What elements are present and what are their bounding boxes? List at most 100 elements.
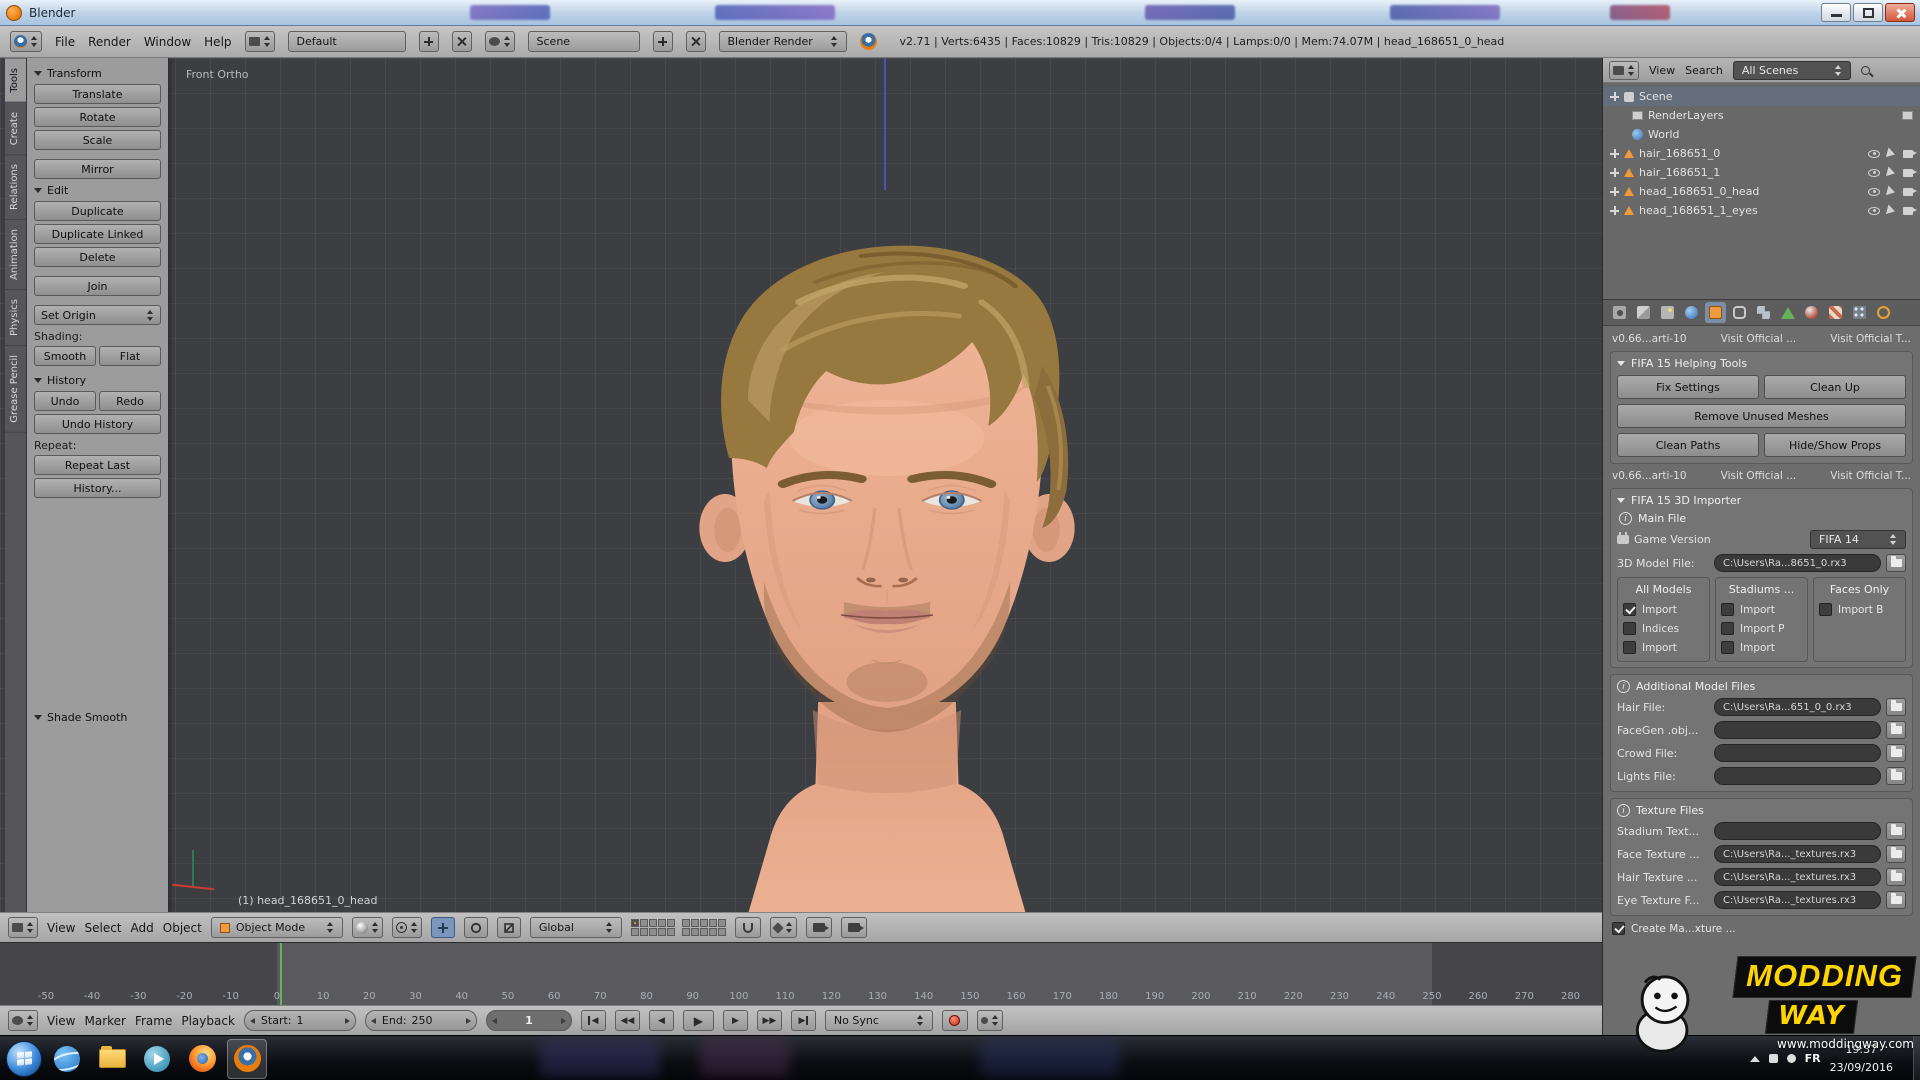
next-frame-button[interactable]: ▶ [723, 1010, 748, 1031]
facegen-browse-button[interactable] [1886, 721, 1906, 739]
layer-selector[interactable] [631, 919, 726, 936]
selectable-toggle-icon[interactable] [1886, 166, 1901, 179]
crowd-file-field[interactable] [1714, 744, 1881, 762]
render-toggle-icon[interactable] [1903, 169, 1913, 177]
outliner-menu-view[interactable]: View [1649, 64, 1675, 77]
start-frame-field[interactable]: Start:1 [244, 1010, 356, 1031]
end-frame-field[interactable]: End:250 [365, 1010, 477, 1031]
search-icon[interactable] [1861, 66, 1870, 75]
facegen-field[interactable] [1714, 721, 1881, 739]
face-texture-field[interactable]: C:\Users\Ra..._textures.rx3 [1714, 845, 1881, 863]
expand-icon[interactable] [1610, 187, 1619, 196]
checkbox[interactable] [1623, 622, 1636, 635]
tray-volume-icon[interactable] [1787, 1054, 1796, 1063]
window-titlebar[interactable]: Blender [0, 0, 1920, 26]
current-frame-field[interactable]: 1 [486, 1010, 572, 1031]
stadium-import-row[interactable]: Import [1721, 603, 1802, 616]
mirror-button[interactable]: Mirror [34, 159, 161, 179]
stadium-texture-field[interactable] [1714, 822, 1881, 840]
hair-texture-browse-button[interactable] [1886, 868, 1906, 886]
tab-tools[interactable]: Tools [5, 59, 26, 103]
hair-texture-field[interactable]: C:\Users\Ra..._textures.rx3 [1714, 868, 1881, 886]
visit-official-link[interactable]: Visit Official ... [1721, 333, 1797, 345]
import-b-row[interactable]: Import B [1819, 603, 1900, 616]
clean-paths-button[interactable]: Clean Paths [1617, 433, 1759, 457]
tab-animation[interactable]: Animation [5, 220, 26, 290]
properties-tab-physics[interactable] [1873, 302, 1894, 323]
outliner-row-world[interactable]: World [1603, 125, 1920, 144]
tab-grease-pencil[interactable]: Grease Pencil [5, 346, 26, 433]
timeline-editor-type-button[interactable] [8, 1010, 38, 1031]
import-checkbox-row[interactable]: Import [1623, 603, 1704, 616]
properties-tab-constraints[interactable] [1729, 302, 1750, 323]
current-frame-marker[interactable] [280, 943, 282, 1005]
viewport-menu-select[interactable]: Select [84, 921, 121, 935]
stadium-import-p-row[interactable]: Import P [1721, 622, 1802, 635]
viewport-menu-add[interactable]: Add [131, 921, 154, 935]
import-checkbox-row-2[interactable]: Import [1623, 641, 1704, 654]
menu-help[interactable]: Help [204, 35, 231, 49]
tray-expand-icon[interactable] [1750, 1056, 1760, 1062]
outliner-row-renderlayers[interactable]: RenderLayers [1603, 106, 1920, 125]
jump-to-start-button[interactable]: ◀ [581, 1010, 606, 1031]
expand-icon[interactable] [1610, 92, 1619, 101]
face-texture-browse-button[interactable] [1886, 845, 1906, 863]
set-origin-menu[interactable]: Set Origin [34, 305, 161, 325]
checkbox-checked[interactable] [1623, 603, 1636, 616]
create-texture-row[interactable]: Create Ma...xture ... [1612, 922, 1911, 935]
outliner-menu-search[interactable]: Search [1685, 64, 1723, 77]
hair-file-browse-button[interactable] [1886, 698, 1906, 716]
model-file-field[interactable]: C:\Users\Ra...8651_0.rx3 [1714, 554, 1881, 572]
record-button[interactable] [942, 1010, 968, 1031]
outliner-row-hair-1[interactable]: hair_168651_1 [1603, 163, 1920, 182]
close-button[interactable] [1885, 3, 1915, 22]
viewport-shading-selector[interactable] [352, 917, 383, 938]
hide-toggle-icon[interactable] [1868, 150, 1880, 158]
maximize-button[interactable] [1853, 3, 1883, 22]
properties-tab-object[interactable] [1705, 302, 1726, 323]
visit-official-link-2[interactable]: Visit Official T... [1830, 470, 1911, 482]
panel-header-history[interactable]: History [34, 374, 161, 387]
properties-tab-render-layers[interactable] [1633, 302, 1654, 323]
clean-up-button[interactable]: Clean Up [1764, 375, 1906, 399]
indices-checkbox-row[interactable]: Indices [1623, 622, 1704, 635]
viewport-menu-object[interactable]: Object [163, 921, 202, 935]
panel-header-edit[interactable]: Edit [34, 184, 161, 197]
add-layout-button[interactable] [419, 31, 439, 52]
selectable-toggle-icon[interactable] [1886, 185, 1901, 198]
jump-to-end-button[interactable]: ▶ [791, 1010, 816, 1031]
duplicate-linked-button[interactable]: Duplicate Linked [34, 224, 161, 244]
timeline-menu-marker[interactable]: Marker [84, 1014, 125, 1028]
expand-icon[interactable] [1610, 206, 1619, 215]
texture-files-header[interactable]: Texture Files [1617, 804, 1906, 817]
next-keyframe-button[interactable]: ▶▶ [757, 1010, 782, 1031]
properties-tab-particles[interactable] [1849, 302, 1870, 323]
tab-physics[interactable]: Physics [5, 290, 26, 346]
delete-button[interactable]: Delete [34, 247, 161, 267]
menu-file[interactable]: File [55, 35, 75, 49]
taskbar-ie-button[interactable] [47, 1039, 87, 1079]
visit-official-link[interactable]: Visit Official ... [1721, 470, 1797, 482]
translate-button[interactable]: Translate [34, 84, 161, 104]
operator-panel-shade-smooth[interactable]: Shade Smooth [34, 706, 161, 728]
editor-type-selector[interactable] [10, 31, 42, 52]
rotate-button[interactable]: Rotate [34, 107, 161, 127]
timeline-ruler[interactable]: -50-40-30-20-100102030405060708090100110… [0, 942, 1602, 1005]
stadium-texture-browse-button[interactable] [1886, 822, 1906, 840]
timeline-menu-view[interactable]: View [47, 1014, 75, 1028]
eye-texture-field[interactable]: C:\Users\Ra..._textures.rx3 [1714, 891, 1881, 909]
properties-tab-material[interactable] [1801, 302, 1822, 323]
manipulator-translate-button[interactable] [431, 917, 455, 938]
render-toggle-icon[interactable] [1903, 188, 1913, 196]
add-scene-button[interactable] [653, 31, 673, 52]
manipulator-scale-button[interactable] [497, 917, 521, 938]
layer-group-1[interactable] [631, 919, 675, 936]
delete-layout-button[interactable] [452, 31, 472, 52]
history-button[interactable]: History... [34, 478, 161, 498]
show-desktop-button[interactable] [1913, 1036, 1920, 1080]
viewport-menu-view[interactable]: View [47, 921, 75, 935]
checkbox[interactable] [1721, 603, 1734, 616]
properties-tab-scene[interactable] [1657, 302, 1678, 323]
smooth-button[interactable]: Smooth [34, 346, 96, 366]
lights-file-browse-button[interactable] [1886, 767, 1906, 785]
